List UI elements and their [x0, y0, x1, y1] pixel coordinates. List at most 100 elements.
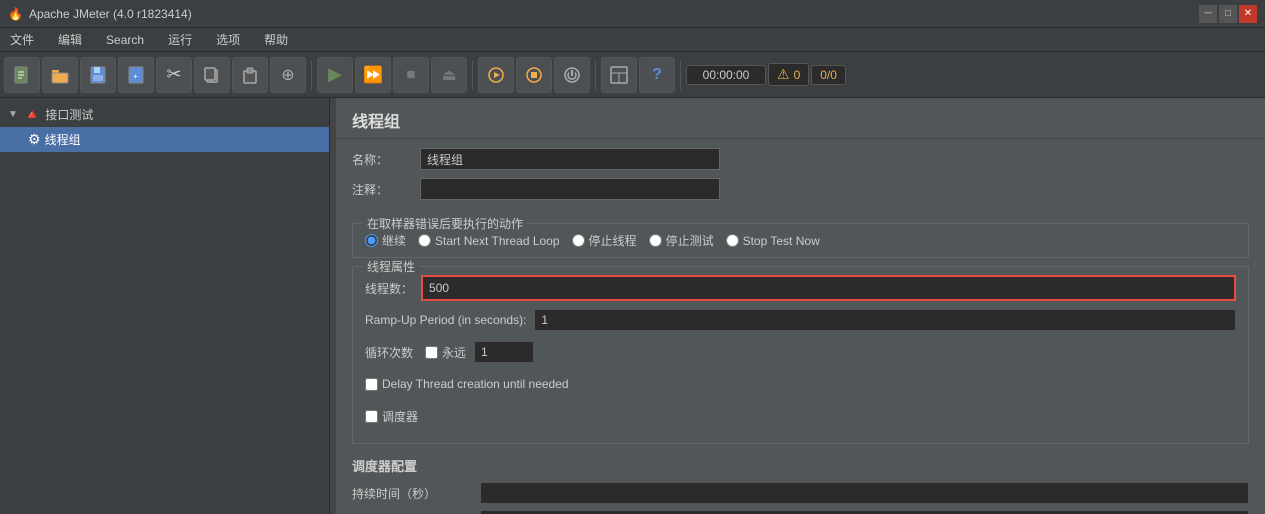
scheduler-label: 调度器: [382, 408, 418, 425]
remote-stop-button[interactable]: [516, 57, 552, 93]
maximize-button[interactable]: □: [1219, 5, 1237, 23]
loop-count-input[interactable]: [474, 341, 534, 363]
duration-input[interactable]: [480, 482, 1249, 504]
templates-button[interactable]: [601, 57, 637, 93]
sidebar: ▼ 🔺 接口测试 ⚙ 线程组: [0, 98, 330, 514]
comment-row: 注释：: [352, 177, 1249, 201]
comment-input[interactable]: [420, 178, 720, 200]
svg-text:+: +: [133, 72, 138, 81]
ramp-up-row: Ramp-Up Period (in seconds):: [365, 307, 1236, 333]
open-button[interactable]: [42, 57, 78, 93]
delay-thread-label: Delay Thread creation until needed: [382, 377, 569, 391]
window-controls: ─ □ ✕: [1199, 5, 1257, 23]
radio-stop-test-now[interactable]: Stop Test Now: [726, 234, 820, 248]
duration-row: 持续时间（秒）: [352, 481, 1249, 505]
loop-count-row: 循环次数 永远: [365, 339, 1236, 365]
paste-button[interactable]: [232, 57, 268, 93]
thread-count-input[interactable]: [421, 275, 1236, 301]
thread-props-title: 线程属性: [363, 258, 419, 275]
loop-forever-label: 永远: [442, 344, 466, 361]
radio-start-next-input[interactable]: [418, 234, 431, 247]
radio-stop-test[interactable]: 停止测试: [649, 232, 714, 249]
cut-button[interactable]: ✂: [156, 57, 192, 93]
ramp-up-input[interactable]: [534, 309, 1236, 331]
action-box: 在取样器错误后要执行的动作 继续 Start Next Thread Loop …: [352, 223, 1249, 258]
radio-stop-test-now-label: Stop Test Now: [743, 234, 820, 248]
menu-bar: 文件 编辑 Search 运行 选项 帮助: [0, 28, 1265, 52]
scheduler-config-title: 调度器配置: [352, 456, 1249, 475]
shutdown-button[interactable]: ⏏: [431, 57, 467, 93]
main-layout: ▼ 🔺 接口测试 ⚙ 线程组 · · · 线程组 名称： 注释：: [0, 98, 1265, 514]
menu-edit[interactable]: 编辑: [52, 29, 88, 50]
thread-group-icon: ⚙: [28, 131, 41, 148]
stop-button[interactable]: ⏹: [393, 57, 429, 93]
scheduler-row: 调度器: [365, 403, 1236, 429]
close-button[interactable]: ✕: [1239, 5, 1257, 23]
radio-stop-thread-label: 停止线程: [589, 232, 637, 249]
error-badge: 0/0: [811, 65, 846, 85]
action-box-title: 在取样器错误后要执行的动作: [363, 215, 527, 232]
radio-continue-input[interactable]: [365, 234, 378, 247]
expand-button[interactable]: ⊕: [270, 57, 306, 93]
ramp-up-label: Ramp-Up Period (in seconds):: [365, 313, 526, 327]
radio-start-next[interactable]: Start Next Thread Loop: [418, 234, 560, 248]
radio-stop-thread[interactable]: 停止线程: [572, 232, 637, 249]
sidebar-item-root[interactable]: ▼ 🔺 接口测试: [0, 102, 329, 127]
minimize-button[interactable]: ─: [1199, 5, 1217, 23]
start-delay-input[interactable]: [480, 510, 1249, 514]
sidebar-child-label: 线程组: [45, 131, 81, 148]
menu-file[interactable]: 文件: [4, 29, 40, 50]
radio-stop-test-input[interactable]: [649, 234, 662, 247]
content-title: 线程组: [352, 108, 1249, 132]
toolbar-sep-3: [595, 60, 596, 90]
radio-continue[interactable]: 继续: [365, 232, 406, 249]
toolbar-sep-2: [472, 60, 473, 90]
name-label: 名称：: [352, 151, 412, 168]
menu-help[interactable]: 帮助: [258, 29, 294, 50]
title-text: Apache JMeter (4.0 r1823414): [29, 7, 192, 21]
loop-forever-checkbox[interactable]: 永远: [425, 344, 466, 361]
delay-thread-checkbox[interactable]: Delay Thread creation until needed: [365, 377, 569, 391]
thread-count-label: 线程数：: [365, 280, 413, 297]
copy-button[interactable]: [194, 57, 230, 93]
radio-continue-label: 继续: [382, 232, 406, 249]
start-no-pause-button[interactable]: ⏩: [355, 57, 391, 93]
scheduler-input[interactable]: [365, 410, 378, 423]
warning-badge: ⚠ 0: [768, 63, 809, 86]
scheduler-section: 调度器配置 持续时间（秒） 启动延迟（秒）: [336, 452, 1265, 514]
start-button[interactable]: ▶: [317, 57, 353, 93]
expand-arrow-icon: ▼: [8, 109, 18, 120]
menu-search[interactable]: Search: [100, 31, 150, 49]
timer-display: 00:00:00: [686, 65, 766, 85]
thread-props-box: 线程属性 线程数： Ramp-Up Period (in seconds): 循…: [352, 266, 1249, 444]
help-button[interactable]: ?: [639, 57, 675, 93]
comment-label: 注释：: [352, 181, 412, 198]
loop-count-label: 循环次数: [365, 344, 413, 361]
radio-stop-test-label: 停止测试: [666, 232, 714, 249]
remote-start-button[interactable]: [478, 57, 514, 93]
start-delay-row: 启动延迟（秒）: [352, 509, 1249, 514]
radio-start-next-label: Start Next Thread Loop: [435, 234, 560, 248]
test-plan-icon: 🔺: [24, 106, 41, 123]
sidebar-item-thread-group[interactable]: ⚙ 线程组: [0, 127, 329, 152]
toolbar-sep-1: [311, 60, 312, 90]
delay-thread-input[interactable]: [365, 378, 378, 391]
delay-thread-row: Delay Thread creation until needed: [365, 371, 1236, 397]
remote-shutdown-button[interactable]: [554, 57, 590, 93]
radio-options-row: 继续 Start Next Thread Loop 停止线程 停止测试 Stop…: [365, 232, 1236, 249]
toolbar-sep-4: [680, 60, 681, 90]
menu-options[interactable]: 选项: [210, 29, 246, 50]
radio-stop-thread-input[interactable]: [572, 234, 585, 247]
sidebar-root-label: 接口测试: [45, 106, 93, 123]
loop-forever-input[interactable]: [425, 346, 438, 359]
content-header: 线程组: [336, 98, 1265, 139]
name-input[interactable]: [420, 148, 720, 170]
scheduler-checkbox[interactable]: 调度器: [365, 408, 418, 425]
save-button[interactable]: [80, 57, 116, 93]
form-section: 名称： 注释：: [336, 139, 1265, 215]
new-button[interactable]: [4, 57, 40, 93]
menu-run[interactable]: 运行: [162, 29, 198, 50]
app-icon: 🔥: [8, 7, 23, 21]
save-as-button[interactable]: +: [118, 57, 154, 93]
radio-stop-test-now-input[interactable]: [726, 234, 739, 247]
